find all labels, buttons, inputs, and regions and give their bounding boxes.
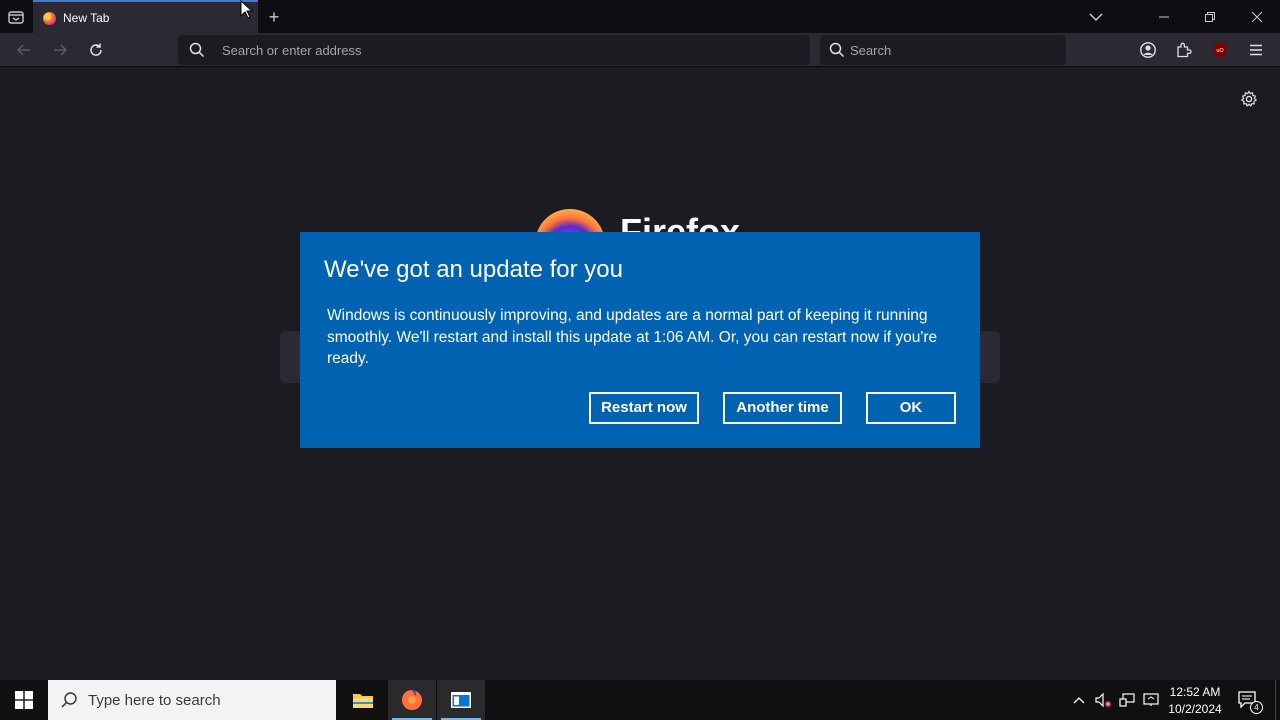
navigation-toolbar: Search or enter address Search uO — [0, 33, 1280, 67]
taskbar-search-box[interactable]: Type here to search — [48, 680, 336, 720]
tab-strip: New Tab + — [0, 0, 1280, 33]
another-time-button[interactable]: Another time — [723, 392, 842, 424]
chevron-down-icon[interactable] — [1087, 8, 1105, 26]
notification-count-badge: 4 — [1250, 701, 1263, 714]
taskbar-search-placeholder: Type here to search — [88, 692, 221, 709]
firefox-favicon-icon — [43, 12, 56, 25]
windows-start-icon[interactable] — [0, 680, 48, 720]
chevron-up-icon[interactable] — [1069, 690, 1089, 710]
ublock-origin-icon[interactable]: uO — [1209, 39, 1231, 61]
display-sync-icon[interactable] — [1141, 690, 1161, 710]
search-icon — [189, 42, 205, 63]
clock-date: 10/2/2024 — [1168, 702, 1222, 716]
mouse-cursor-icon — [240, 0, 254, 20]
search-bar[interactable]: Search — [820, 35, 1066, 65]
file-explorer-icon[interactable] — [339, 680, 387, 720]
network-icon[interactable] — [1117, 690, 1137, 710]
tab-new-tab[interactable]: New Tab — [33, 0, 258, 33]
speaker-muted-icon[interactable] — [1093, 690, 1113, 710]
update-dialog: We've got an update for you Windows is c… — [300, 232, 980, 448]
restore-icon[interactable] — [1187, 0, 1233, 33]
extension-badge-text: uO — [1216, 48, 1224, 54]
list-all-tabs-icon[interactable] — [6, 7, 26, 27]
menu-hamburger-icon[interactable] — [1245, 39, 1267, 61]
ok-button[interactable]: OK — [866, 392, 956, 424]
account-icon[interactable] — [1137, 39, 1159, 61]
search-bar-placeholder: Search — [850, 43, 892, 58]
new-tab-plus-icon[interactable]: + — [263, 6, 285, 28]
search-icon — [829, 42, 845, 63]
reload-icon[interactable] — [85, 39, 107, 61]
firefox-wordmark: Firefox — [620, 212, 740, 232]
search-icon — [60, 691, 78, 714]
address-bar-placeholder: Search or enter address — [222, 43, 362, 58]
address-bar[interactable]: Search or enter address — [178, 35, 810, 65]
back-arrow-icon[interactable] — [13, 39, 35, 61]
dialog-heading: We've got an update for you — [324, 256, 624, 283]
action-center-icon[interactable]: 4 — [1236, 688, 1263, 714]
extensions-puzzle-icon[interactable] — [1173, 39, 1195, 61]
forward-arrow-icon[interactable] — [49, 39, 71, 61]
app-window-taskbar-icon[interactable] — [437, 680, 485, 720]
firefox-taskbar-icon[interactable] — [388, 680, 436, 720]
clock-time: 12:52 AM — [1169, 685, 1221, 699]
minimize-icon[interactable] — [1141, 0, 1187, 33]
taskbar: Type here to search 12:52 AM 10/2/2024 4 — [0, 680, 1280, 720]
gear-icon[interactable] — [1240, 90, 1258, 108]
dialog-body: Windows is continuously improving, and u… — [327, 307, 938, 367]
restart-now-button[interactable]: Restart now — [589, 392, 699, 424]
show-desktop-button[interactable] — [1275, 680, 1280, 720]
taskbar-clock[interactable]: 12:52 AM 10/2/2024 — [1162, 684, 1228, 718]
tab-title: New Tab — [63, 11, 110, 25]
close-icon[interactable] — [1234, 0, 1280, 33]
